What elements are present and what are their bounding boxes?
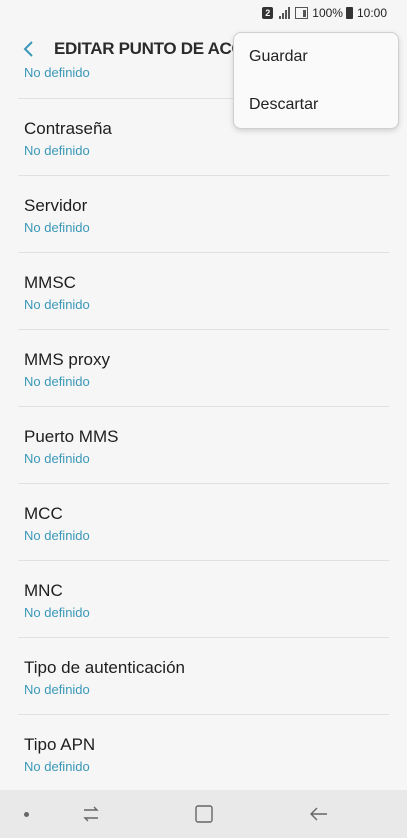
item-label: Tipo APN — [24, 735, 96, 754]
list-item-server[interactable]: Servidor No definido — [18, 176, 389, 253]
item-label: MMSC — [24, 273, 76, 292]
item-value: No definido — [24, 451, 90, 466]
chevron-left-icon[interactable] — [16, 37, 40, 61]
item-label: MNC — [24, 581, 63, 600]
nav-dot-icon[interactable] — [24, 812, 29, 817]
list-item-mnc[interactable]: MNC No definido — [18, 561, 389, 638]
apn-settings-list: No definido Contraseña No definido Servi… — [0, 62, 407, 792]
item-value: No definido — [24, 759, 90, 774]
status-time: 10:00 — [356, 6, 387, 20]
item-value: No definido — [24, 682, 90, 697]
item-label: Servidor — [24, 196, 88, 215]
menu-item-discard[interactable]: Descartar — [234, 81, 398, 129]
overflow-menu: Guardar Descartar — [233, 32, 399, 129]
menu-item-save[interactable]: Guardar — [234, 33, 398, 81]
list-item-apn-type[interactable]: Tipo APN No definido — [18, 715, 389, 792]
item-value: No definido — [24, 374, 90, 389]
list-item-mcc[interactable]: MCC No definido — [18, 484, 389, 561]
item-label: Contraseña — [24, 119, 112, 138]
item-value: No definido — [24, 143, 90, 158]
battery-icon — [345, 7, 353, 19]
list-item-mms-proxy[interactable]: MMS proxy No definido — [18, 330, 389, 407]
item-label: MCC — [24, 504, 63, 523]
list-item-mmsc[interactable]: MMSC No definido — [18, 253, 389, 330]
item-label: MMS proxy — [24, 350, 110, 369]
sim-icon: 2 — [262, 7, 274, 19]
recent-apps-icon[interactable] — [80, 804, 102, 829]
page-title: EDITAR PUNTO DE ACCESO — [54, 39, 244, 58]
item-value: No definido — [24, 220, 90, 235]
item-label: Puerto MMS — [24, 427, 119, 446]
signal-icon-2 — [295, 7, 309, 19]
status-bar: 2 100% 10:00 — [0, 0, 407, 26]
back-arrow-icon[interactable] — [308, 804, 330, 829]
battery-percent: 100% — [312, 6, 343, 20]
list-item-auth-type[interactable]: Tipo de autenticación No definido — [18, 638, 389, 715]
home-icon[interactable] — [194, 804, 214, 829]
item-value: No definido — [24, 65, 90, 80]
signal-icon — [279, 7, 291, 19]
item-value: No definido — [24, 605, 90, 620]
list-item-mms-port[interactable]: Puerto MMS No definido — [18, 407, 389, 484]
item-label: Tipo de autenticación — [24, 658, 185, 677]
item-value: No definido — [24, 297, 90, 312]
item-value: No definido — [24, 528, 90, 543]
navigation-bar — [0, 790, 407, 838]
